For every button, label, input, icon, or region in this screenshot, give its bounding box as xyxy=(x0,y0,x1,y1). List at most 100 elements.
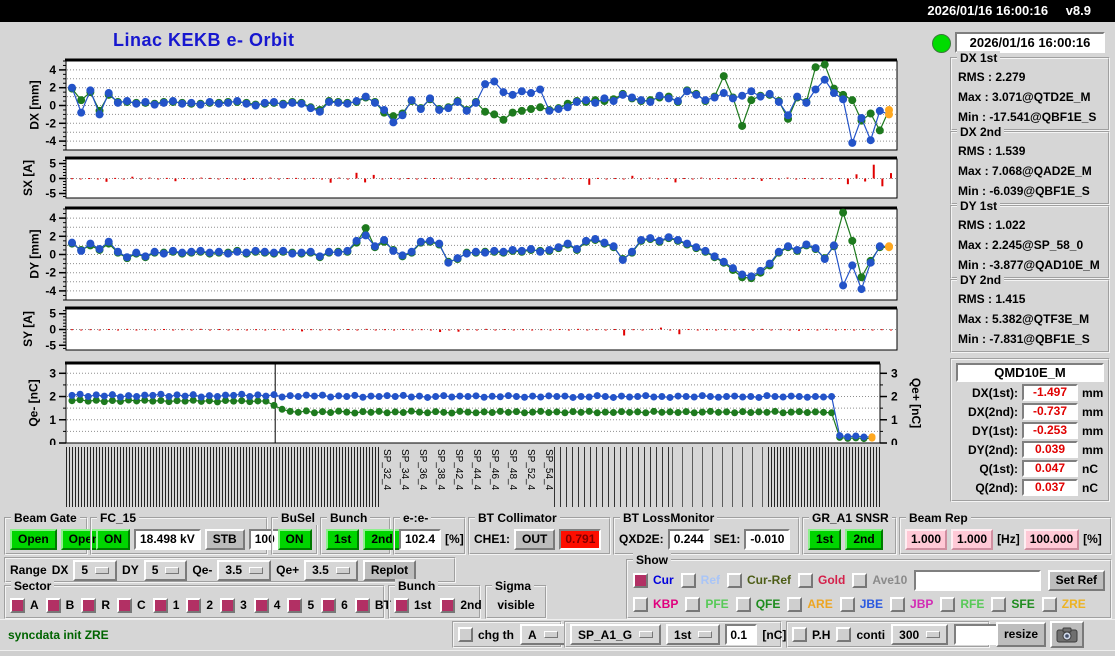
bunch-checkbox-2nd[interactable]: 2nd xyxy=(440,597,482,613)
sector-checkbox-BT[interactable]: BT xyxy=(354,597,391,613)
gr-snsr-1st-button[interactable]: 1st xyxy=(808,528,842,550)
range-dy-select[interactable]: 5 xyxy=(143,559,188,581)
checkbox-icon xyxy=(836,627,852,642)
show-toggle-SFE[interactable]: SFE xyxy=(991,596,1035,612)
bpm-tick-label: SP_48_4 xyxy=(506,449,518,491)
show-toggle-QFE[interactable]: QFE xyxy=(735,596,780,612)
sector-checkbox-6[interactable]: 6 xyxy=(321,597,348,613)
min-label: Min : xyxy=(958,184,986,198)
monitor-row-label: DY(2nd): xyxy=(968,442,1018,457)
sx-steering-chart: SX [A] 5 0 -5 xyxy=(0,156,912,200)
checkbox-label: 5 xyxy=(307,598,315,612)
monitor-row-label: Q(1st): xyxy=(979,461,1018,476)
show-toggle-Ave10[interactable]: Ave10 xyxy=(852,572,907,588)
show-toggle-ZRE[interactable]: ZRE xyxy=(1041,596,1086,612)
show-toggle-Ref[interactable]: Ref xyxy=(680,572,720,588)
show-toggle-ARE[interactable]: ARE xyxy=(787,596,833,612)
rms-value: 1.415 xyxy=(995,292,1026,306)
show-toggle-Cur[interactable]: Cur xyxy=(633,572,674,588)
status-lamp-icon xyxy=(932,34,951,53)
show-toggle-PFE[interactable]: PFE xyxy=(685,596,729,612)
bunch-1st-button[interactable]: 1st xyxy=(326,528,360,550)
show-toggle-RFE[interactable]: RFE xyxy=(940,596,984,612)
resize-button[interactable]: resize xyxy=(996,622,1047,647)
bt-lossmonitor-group: BT LossMonitor QXD2E: 0.244 SE1: -0.010 xyxy=(613,511,800,555)
bunch-checkbox-1st[interactable]: 1st xyxy=(394,597,431,613)
sector-checkbox-4[interactable]: 4 xyxy=(253,597,280,613)
conti-checkbox[interactable]: conti xyxy=(836,627,885,642)
range-qep-select[interactable]: 3.5 xyxy=(304,559,358,581)
sector-checkbox-3[interactable]: 3 xyxy=(220,597,247,613)
show-toggle-JBP[interactable]: JBP xyxy=(890,596,934,612)
chg-th-panel: chg th A xyxy=(452,621,566,648)
page-title: Linac KEKB e- Orbit xyxy=(113,30,295,50)
sector-checkbox-B[interactable]: B xyxy=(45,597,74,613)
chg-th-sector-select[interactable]: A xyxy=(520,624,566,645)
checkbox-label: SFE xyxy=(1011,597,1035,611)
range-qem-select[interactable]: 3.5 xyxy=(217,559,272,581)
checkbox-icon xyxy=(839,596,855,612)
chg-th-checkbox[interactable]: chg th xyxy=(458,627,514,642)
ph-checkbox[interactable]: P.H xyxy=(792,627,830,642)
group-title: Beam Rep xyxy=(906,511,971,525)
fc15-on-button[interactable]: ON xyxy=(96,528,130,550)
fc15-stb-button[interactable]: STB xyxy=(204,528,245,550)
dropdown-indicator-icon xyxy=(335,566,350,574)
range-qep-label: Qe+ xyxy=(276,563,300,577)
monitor-row: Q(1st): 0.047 nC xyxy=(956,459,1104,478)
group-title: Show xyxy=(633,553,671,567)
checkbox-label: ARE xyxy=(807,597,833,611)
gr-snsr-2nd-button[interactable]: 2nd xyxy=(845,528,883,550)
charge-threshold-input[interactable] xyxy=(725,624,758,645)
set-ref-button[interactable]: Set Ref xyxy=(1047,569,1105,591)
fc15-group: FC_15 ON 18.498 kV STB 100 % xyxy=(90,511,295,555)
se1-display: -0.010 xyxy=(744,528,791,550)
sector-checkbox-C[interactable]: C xyxy=(117,597,146,613)
sector-checkbox-5[interactable]: 5 xyxy=(287,597,315,613)
checkbox-label: KBP xyxy=(653,597,679,611)
sector-checkbox-2[interactable]: 2 xyxy=(186,597,213,613)
show-toggle-Cur-Ref[interactable]: Cur-Ref xyxy=(727,572,791,588)
rms-label: RMS : xyxy=(958,70,992,84)
checkbox-icon xyxy=(798,572,814,588)
svg-text:-2: -2 xyxy=(45,116,56,130)
sector-checkbox-A[interactable]: A xyxy=(10,597,39,613)
measurement-time: 2026/01/16 16:00:16 xyxy=(955,32,1105,53)
rms-label: RMS : xyxy=(958,292,992,306)
svg-text:1: 1 xyxy=(49,413,56,427)
svg-text:0: 0 xyxy=(49,323,56,337)
ee-ratio-display: 102.4 xyxy=(399,528,442,550)
screenshot-button[interactable] xyxy=(1050,621,1084,648)
show-toggle-Gold[interactable]: Gold xyxy=(798,572,845,588)
ref-file-input[interactable] xyxy=(914,569,1041,591)
sigma-visible-label: visible xyxy=(497,598,535,612)
show-toggle-KBP[interactable]: KBP xyxy=(633,596,679,612)
monitor-row-value: 0.037 xyxy=(1022,479,1078,496)
checkbox-icon xyxy=(287,597,303,613)
beam-rep-percent-value: 100.000 xyxy=(1023,528,1080,550)
stats-group-title: DX 2nd xyxy=(957,125,1005,139)
beam-gate-open-1-button[interactable]: Open xyxy=(10,528,57,550)
che1-out-button[interactable]: OUT xyxy=(514,528,556,550)
busel-on-button[interactable]: ON xyxy=(277,528,312,550)
min-label: Min : xyxy=(958,258,986,272)
bpm-select[interactable]: SP_A1_G xyxy=(570,624,662,645)
min-value: -6.039@QBF1E_S xyxy=(989,184,1090,198)
sector-checkbox-R[interactable]: R xyxy=(81,597,111,613)
sector-checkbox-1[interactable]: 1 xyxy=(152,597,179,613)
svg-text:5: 5 xyxy=(49,157,56,171)
checkbox-label: JBP xyxy=(910,597,934,611)
points-select[interactable]: 300 xyxy=(891,624,949,645)
monitor-row: DY(2nd): 0.039 mm xyxy=(956,440,1104,459)
svg-text:4: 4 xyxy=(49,211,56,225)
checkbox-label: R xyxy=(101,598,111,612)
dy-2nd-stats-group: DY 2nd RMS : 1.415 Max : 5.382@QTF3E_M M… xyxy=(950,273,1110,353)
bpm-label-cluster xyxy=(672,447,768,507)
rms-label: RMS : xyxy=(958,218,992,232)
replot-button[interactable]: Replot xyxy=(362,559,417,581)
bunch-select[interactable]: 1st xyxy=(666,624,721,645)
range-dx-select[interactable]: 5 xyxy=(73,559,118,581)
show-toggle-JBE[interactable]: JBE xyxy=(839,596,883,612)
qxd2e-display: 0.244 xyxy=(667,528,710,550)
checkbox-label: 6 xyxy=(341,598,348,612)
